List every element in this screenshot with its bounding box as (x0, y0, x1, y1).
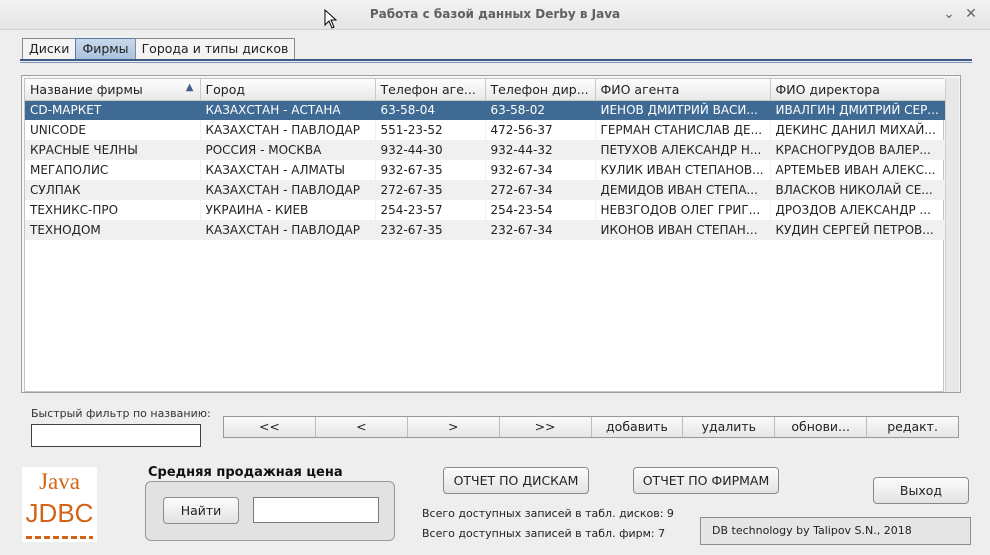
vertical-scrollbar[interactable] (945, 78, 959, 392)
table-cell: 932-67-34 (485, 160, 596, 180)
tab-divider (20, 59, 972, 61)
table-cell: ПЕТУХОВ АЛЕКСАНДР Н... (595, 140, 771, 160)
avg-price-field[interactable] (253, 497, 379, 523)
tab-firms[interactable]: Фирмы (75, 38, 136, 60)
edit-button[interactable]: редакт. (867, 417, 958, 437)
table-cell: UNICODE (25, 120, 201, 140)
table-cell: КРАСНЫЕ ЧЕЛНЫ (25, 140, 201, 160)
window-title: Работа с базой данных Derby в Java (369, 7, 621, 21)
mouse-cursor-icon (324, 9, 338, 29)
first-record-button[interactable]: << (224, 417, 316, 437)
tab-bar: Диски Фирмы Города и типы дисков (22, 38, 296, 60)
table-cell: ТЕХНИКС-ПРО (25, 200, 201, 220)
sort-ascending-icon: ▲ (185, 82, 194, 93)
table-cell: CD-МАРКЕТ (25, 100, 201, 120)
table-cell: 232-67-35 (375, 220, 486, 240)
last-record-button[interactable]: >> (499, 417, 592, 437)
table-cell: 232-67-34 (485, 220, 596, 240)
table-cell: 254-23-54 (485, 200, 596, 220)
table-cell: ГЕРМАН СТАНИСЛАВ ДЕ... (595, 120, 771, 140)
table-cell: КАЗАХСТАН - АСТАНА (200, 100, 376, 120)
table-cell: ИВАЛГИН ДМИТРИЙ СЕР... (770, 100, 946, 120)
table-cell: ДРОЗДОВ АЛЕКСАНДР ... (770, 200, 946, 220)
table-cell: КАЗАХСТАН - ПАВЛОДАР (200, 120, 376, 140)
logo-decoration (26, 536, 93, 539)
table-cell: ВЛАСКОВ НИКОЛАЙ СЕ... (770, 180, 946, 200)
table-cell: 254-23-57 (375, 200, 486, 220)
firms-report-button[interactable]: ОТЧЕТ ПО ФИРМАМ (633, 467, 779, 494)
table-row[interactable]: КРАСНЫЕ ЧЕЛНЫ РОССИЯ - МОСКВА 932-44-30 … (25, 140, 946, 160)
table-row[interactable]: СУЛПАК КАЗАХСТАН - ПАВЛОДАР 272-67-35 27… (25, 180, 946, 200)
column-header-firm-name[interactable]: Название фирмы ▲ (25, 79, 201, 101)
table-row[interactable]: МЕГАПОЛИС КАЗАХСТАН - АЛМАТЫ 932-67-35 9… (25, 160, 946, 180)
avg-price-title: Средняя продажная цена (148, 465, 343, 480)
firms-count-label: Всего доступных записей в табл. фирм: 7 (422, 527, 666, 540)
logo-line2: JDBC (25, 498, 94, 528)
table-cell: УКРАИНА - КИЕВ (200, 200, 376, 220)
tab-disks[interactable]: Диски (22, 38, 77, 60)
close-icon[interactable]: ✕ (962, 5, 980, 23)
delete-button[interactable]: удалить (683, 417, 776, 437)
table-cell: 472-56-37 (485, 120, 596, 140)
table-row[interactable]: ТЕХНОДОМ КАЗАХСТАН - ПАВЛОДАР 232-67-35 … (25, 220, 946, 240)
filter-label: Быстрый фильтр по названию: (31, 407, 211, 420)
table-row-selected[interactable]: CD-МАРКЕТ КАЗАХСТАН - АСТАНА 63-58-04 63… (25, 100, 946, 120)
credit-label: DB technology by Talipov S.N., 2018 (700, 517, 971, 545)
table-cell: ДЕМИДОВ ИВАН СТЕПА... (595, 180, 771, 200)
table-row[interactable]: ТЕХНИКС-ПРО УКРАИНА - КИЕВ 254-23-57 254… (25, 200, 946, 220)
firms-table-viewport[interactable]: Название фирмы ▲ Город Телефон аге... Те… (24, 78, 946, 392)
next-record-button[interactable]: > (407, 417, 500, 437)
table-cell: 63-58-04 (375, 100, 486, 120)
java-jdbc-logo: Java JDBC (22, 467, 97, 542)
table-cell: ТЕХНОДОМ (25, 220, 201, 240)
refresh-button[interactable]: обнови... (775, 417, 868, 437)
column-header-agent-name[interactable]: ФИО агента (595, 79, 771, 101)
table-cell: ДЕКИНС ДАНИЛ МИХАЙ... (770, 120, 946, 140)
table-cell: КАЗАХСТАН - АЛМАТЫ (200, 160, 376, 180)
column-header-director-phone[interactable]: Телефон дир... (485, 79, 596, 101)
table-cell: АРТЕМЬЕВ ИВАН АЛЕКС... (770, 160, 946, 180)
column-header-director-name[interactable]: ФИО директора (770, 79, 946, 101)
record-navigation-bar: << < > >> добавить удалить обнови... ред… (223, 416, 959, 438)
table-cell: РОССИЯ - МОСКВА (200, 140, 376, 160)
table-cell: ИКОНОВ ИВАН СТЕПАНО... (595, 220, 771, 240)
column-header-city[interactable]: Город (200, 79, 376, 101)
table-cell: 272-67-34 (485, 180, 596, 200)
tab-cities-disk-types[interactable]: Города и типы дисков (134, 38, 296, 60)
table-row[interactable]: UNICODE КАЗАХСТАН - ПАВЛОДАР 551-23-52 4… (25, 120, 946, 140)
table-cell: КАЗАХСТАН - ПАВЛОДАР (200, 180, 376, 200)
table-header-row: Название фирмы ▲ Город Телефон аге... Те… (25, 79, 946, 101)
table-cell: 272-67-35 (375, 180, 486, 200)
find-button[interactable]: Найти (163, 497, 239, 524)
table-cell: МЕГАПОЛИС (25, 160, 201, 180)
firms-table: Название фирмы ▲ Город Телефон аге... Те… (25, 79, 946, 240)
table-cell: 63-58-02 (485, 100, 596, 120)
column-header-agent-phone[interactable]: Телефон аге... (375, 79, 486, 101)
disks-count-label: Всего доступных записей в табл. дисков: … (422, 507, 674, 520)
table-cell: 932-44-30 (375, 140, 486, 160)
firms-table-panel: Название фирмы ▲ Город Телефон аге... Те… (21, 75, 961, 393)
table-cell: 551-23-52 (375, 120, 486, 140)
table-cell: 932-44-32 (485, 140, 596, 160)
table-cell: ИЕНОВ ДМИТРИЙ ВАСИ... (595, 100, 771, 120)
table-cell: КУЛИК ИВАН СТЕПАНОВ... (595, 160, 771, 180)
table-cell: КРАСНОГРУДОВ ВАЛЕР... (770, 140, 946, 160)
table-cell: КУДИН СЕРГЕЙ ПЕТРОВ... (770, 220, 946, 240)
table-cell: КАЗАХСТАН - ПАВЛОДАР (200, 220, 376, 240)
table-cell: СУЛПАК (25, 180, 201, 200)
title-bar: Работа с базой данных Derby в Java ⌄ ✕ (0, 0, 990, 30)
column-header-label: Название фирмы (30, 81, 143, 97)
tab-divider-shadow (20, 62, 972, 63)
add-button[interactable]: добавить (591, 417, 684, 437)
table-cell: 932-67-35 (375, 160, 486, 180)
minimize-icon[interactable]: ⌄ (940, 5, 958, 23)
exit-button[interactable]: Выход (873, 477, 969, 504)
quick-filter-input[interactable] (31, 424, 201, 447)
logo-line1: Java (39, 469, 80, 494)
disks-report-button[interactable]: ОТЧЕТ ПО ДИСКАМ (443, 467, 589, 494)
previous-record-button[interactable]: < (315, 417, 408, 437)
table-cell: НЕВЗГОДОВ ОЛЕГ ГРИГ... (595, 200, 771, 220)
